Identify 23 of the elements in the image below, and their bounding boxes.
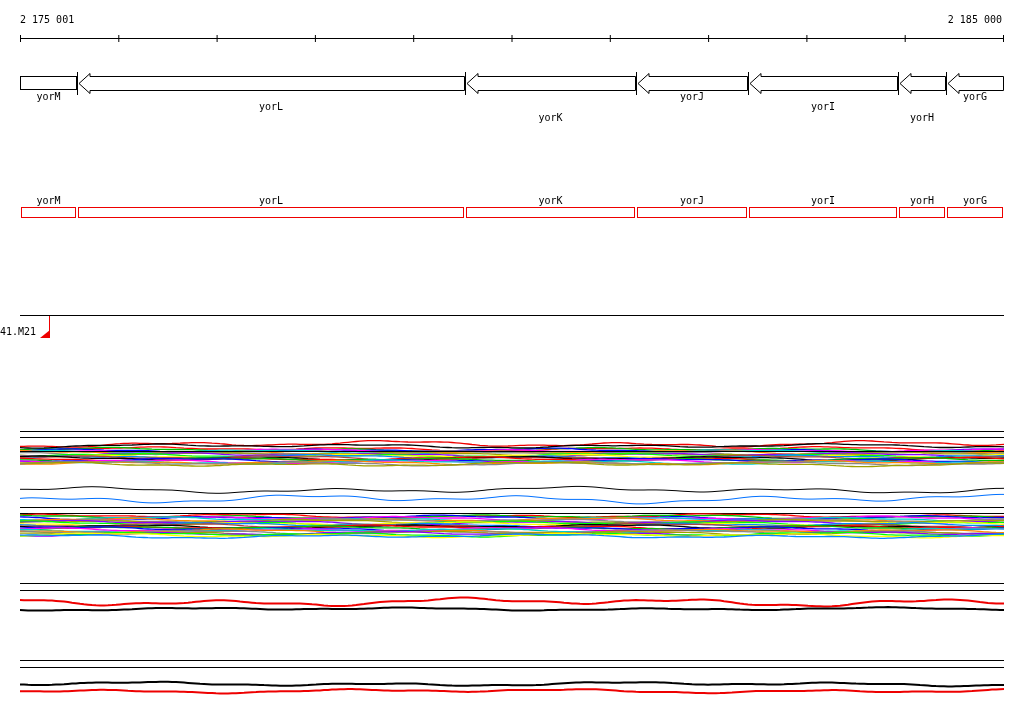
gene-label: yorM	[36, 195, 61, 206]
gene-label: yorK	[538, 195, 563, 206]
gene-label: yorG	[962, 195, 988, 206]
track-label: 41.M21	[0, 326, 37, 337]
gene-arrow[interactable]	[898, 71, 946, 96]
gene-label: yorH	[909, 195, 935, 206]
gene-label: yorL	[258, 101, 284, 112]
gene-label: yorJ	[679, 195, 705, 206]
gene-label: yorM	[36, 91, 61, 102]
gene-label: yorL	[258, 195, 284, 206]
gene-label: yorJ	[679, 91, 705, 102]
gene-box[interactable]	[20, 76, 77, 90]
gene-label: yorK	[538, 112, 563, 123]
ruler-start-label: 2 175 001	[20, 14, 75, 25]
ruler-end-label: 2 185 000	[947, 14, 1002, 25]
gene-label: yorH	[909, 112, 935, 123]
gene-label: yorG	[962, 91, 988, 102]
gene-arrow[interactable]	[465, 71, 636, 96]
gene-label: yorI	[810, 195, 836, 206]
marker-icon	[40, 315, 50, 339]
gene-arrow[interactable]	[748, 71, 898, 96]
gene-label: yorI	[810, 101, 836, 112]
gene-arrow[interactable]	[77, 71, 465, 96]
